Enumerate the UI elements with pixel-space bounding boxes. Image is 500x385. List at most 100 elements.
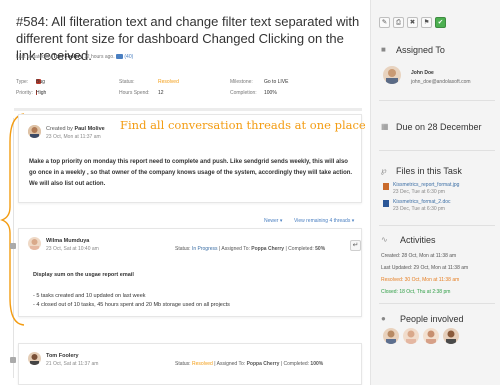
avatar-icon: [28, 125, 41, 138]
avatar-icon: [28, 352, 41, 365]
divider: [379, 303, 495, 304]
divider: [14, 108, 362, 111]
completed-value: 100%: [310, 361, 324, 367]
people-icon: ●: [381, 314, 386, 323]
comment-card-3: Tom Foolery 21 Oct, Sat at 11:37 am Stat…: [18, 343, 362, 385]
comment-card-2: Wilma Mumduya 23 Oct, Sat at 10:40 am St…: [18, 228, 362, 317]
hours-label: Hours Spend:: [119, 90, 150, 96]
activity-updated: Last Updated: 29 Oct, Mon at 11:38 am: [381, 265, 469, 271]
status-label: Status:: [119, 79, 135, 85]
completed-value: 50%: [315, 246, 326, 252]
task-sidebar: ✎ ⎙ ✖ ⚑ ✔ ■ Assigned To John Doe john_do…: [370, 0, 500, 385]
status-label: Status:: [175, 246, 191, 252]
status-value: Resolved: [191, 361, 213, 367]
delete-icon[interactable]: ✖: [407, 17, 418, 28]
check-icon[interactable]: ✔: [435, 17, 446, 28]
activity-resolved: Resolved: 30 Oct, Mon at 11:38 am: [381, 277, 460, 283]
print-icon[interactable]: ⎙: [393, 17, 404, 28]
view-remaining-link[interactable]: View remaining 4 threads ▾: [294, 218, 354, 224]
file-date: 23 Dec, Tue at 6:30 pm: [393, 189, 445, 195]
task-detail: #584: All filteration text and change fi…: [0, 0, 370, 385]
assignee-email[interactable]: john_doe@andolasoft.com: [411, 79, 471, 85]
comment-author: Created by Paul Molive: [46, 126, 105, 132]
avatar: [28, 237, 41, 250]
hours-value: 12: [158, 90, 164, 96]
completed-label: Completed:: [283, 361, 310, 367]
edit-icon[interactable]: ✎: [379, 17, 390, 28]
completion-value: 100%: [264, 90, 277, 96]
comment-gutter-icon: [10, 357, 16, 363]
people-title: People involved: [400, 314, 464, 324]
user-icon: ■: [381, 45, 386, 54]
doc-file-icon: [383, 200, 389, 207]
person-avatar[interactable]: [423, 328, 439, 344]
updated-by[interactable]: Tom Foolery: [53, 54, 83, 60]
type-label: Type:: [16, 79, 29, 85]
assigned-label: Assigned To:: [216, 361, 246, 367]
comment-date: 23 Oct, Sat at 10:40 am: [46, 246, 99, 252]
due-date: Due on 28 December: [396, 122, 482, 132]
newer-link[interactable]: Newer ▾: [264, 218, 282, 224]
avatar-icon: [28, 237, 41, 250]
comment-count[interactable]: (40): [124, 54, 133, 60]
last-updated: Last updated by Tom Foolery 12 hours ago…: [16, 54, 133, 60]
assigned-label: Assigned To:: [221, 246, 250, 252]
person-avatar[interactable]: [383, 328, 399, 344]
image-file-icon: [383, 183, 389, 190]
files-title: Files in this Task: [396, 166, 462, 176]
activities-title: Activities: [400, 235, 436, 245]
avatar-icon: [423, 328, 439, 344]
file-link[interactable]: Kissmetrics_report_format.jpg: [393, 182, 459, 188]
updated-ago: 12 hours ago.: [84, 54, 115, 60]
activity-icon: ∿: [381, 235, 388, 244]
comment-status: Status: Resolved | Assigned To: Poppa Ch…: [175, 361, 324, 367]
divider: [379, 225, 495, 226]
status-label: Status:: [175, 361, 191, 367]
avatar-icon: [443, 328, 459, 344]
status-value: In Progress: [191, 246, 218, 252]
person-avatar[interactable]: [403, 328, 419, 344]
tag-icon[interactable]: ⚑: [421, 17, 432, 28]
avatar-icon: [383, 328, 399, 344]
avatar-icon: [403, 328, 419, 344]
comment-date: 23 Oct, Mon at 11:37 am: [46, 134, 101, 140]
priority-label: Priority:: [16, 90, 33, 96]
activity-created: Created: 28 Oct, Mon at 11:38 am: [381, 253, 457, 259]
comment-line: - 4 closed out of 10 tasks, 45 hours spe…: [33, 302, 230, 308]
comment-body: Make a top priority on monday this repor…: [29, 159, 353, 187]
comment-gutter-icon: [10, 243, 16, 249]
assigned-value: Poppa Cherry: [251, 246, 285, 252]
type-text: Bug: [36, 79, 45, 85]
avatar: [28, 352, 41, 365]
assigned-value: Poppa Cherry: [246, 361, 280, 367]
assignee-avatar: [383, 66, 401, 84]
comment-author[interactable]: Wilma Mumduya: [46, 238, 89, 244]
comment-line: - 5 tasks created and 10 updated on last…: [33, 293, 146, 299]
assignee-name[interactable]: John Doe: [411, 70, 434, 76]
status-value: Resolved: [158, 79, 179, 85]
assigned-title: Assigned To: [396, 45, 445, 55]
milestone-value[interactable]: Go to LIVE: [264, 79, 288, 85]
activity-closed: Closed: 18 Oct, Thu at 2:38 pm: [381, 289, 451, 295]
completed-label: Completed:: [288, 246, 314, 252]
comment-headline: Display sum on the usgae report email: [33, 272, 134, 278]
author-name[interactable]: Paul Molive: [74, 126, 104, 132]
paperclip-icon: ℘: [381, 166, 387, 175]
comment-author[interactable]: Tom Foolery: [46, 353, 79, 359]
updated-prefix: Last updated by: [16, 54, 52, 60]
completion-label: Completion:: [230, 90, 257, 96]
divider: [379, 100, 495, 101]
created-by-prefix: Created by: [46, 126, 73, 132]
callout-annotation: Find all conversation threads at one pla…: [120, 118, 366, 132]
milestone-label: Milestone:: [230, 79, 253, 85]
file-link[interactable]: Kissmetrics_format_2.doc: [393, 199, 451, 205]
task-meta: Type: Bug Status: Resolved Milestone: Go…: [16, 79, 361, 101]
comment-date: 21 Oct, Sat at 11:37 am: [46, 361, 99, 367]
reply-icon[interactable]: ↵: [350, 240, 361, 251]
person-avatar[interactable]: [443, 328, 459, 344]
avatar: [28, 125, 41, 138]
avatar-icon: [383, 66, 401, 84]
comment-count-icon: [116, 54, 123, 60]
comment-status: Status: In Progress | Assigned To: Poppa…: [175, 246, 326, 252]
calendar-icon: ▦: [381, 122, 389, 131]
